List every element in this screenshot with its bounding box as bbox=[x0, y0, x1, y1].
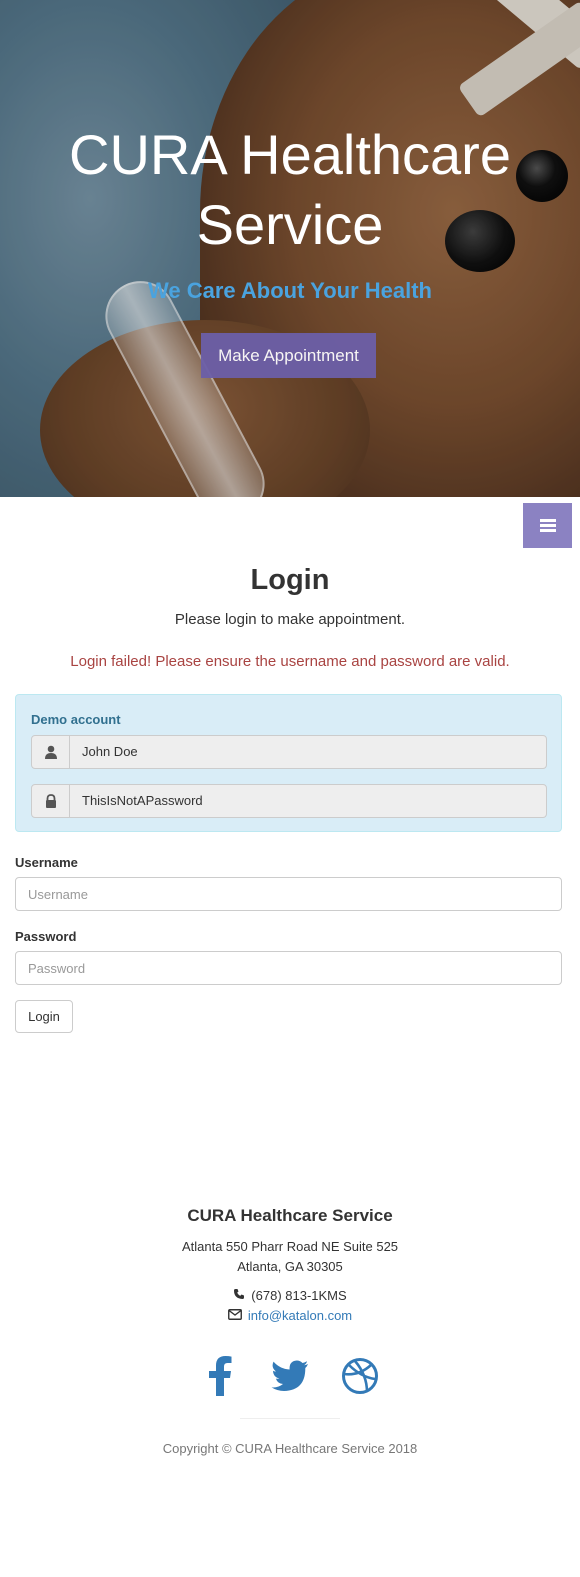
copyright: Copyright © CURA Healthcare Service 2018 bbox=[162, 1441, 418, 1456]
make-appointment-button[interactable]: Make Appointment bbox=[201, 333, 376, 378]
login-error-message: Login failed! Please ensure the username… bbox=[70, 653, 510, 670]
twitter-icon[interactable] bbox=[270, 1354, 310, 1398]
hero-title: CURA Healthcare Service bbox=[69, 123, 511, 256]
demo-account-panel: Demo account John Doe ThisIsNotAPassword bbox=[15, 694, 562, 832]
facebook-icon[interactable] bbox=[200, 1354, 240, 1398]
phone-icon bbox=[233, 1288, 245, 1303]
footer-divider bbox=[240, 1418, 340, 1419]
bars-icon bbox=[539, 519, 556, 532]
footer-address-line2: Atlanta, GA 30305 bbox=[237, 1259, 343, 1274]
footer-address-line1: Atlanta 550 Pharr Road NE Suite 525 bbox=[181, 1239, 399, 1254]
demo-username: John Doe bbox=[31, 735, 547, 769]
footer-email-link[interactable]: info@katalon.com bbox=[248, 1308, 352, 1323]
demo-account-title: Demo account bbox=[31, 712, 121, 727]
demo-username-value: John Doe bbox=[82, 744, 138, 759]
password-input[interactable] bbox=[15, 951, 562, 985]
footer-email: info@katalon.com bbox=[0, 1308, 580, 1323]
footer-phone: (678) 813-1KMS bbox=[0, 1288, 580, 1303]
social-links bbox=[0, 1354, 580, 1398]
hero-section: CURA Healthcare Service We Care About Yo… bbox=[0, 0, 580, 497]
username-input[interactable] bbox=[15, 877, 562, 911]
login-button[interactable]: Login bbox=[15, 1000, 73, 1033]
username-label: Username bbox=[15, 855, 78, 870]
password-label: Password bbox=[15, 929, 77, 944]
dribbble-icon[interactable] bbox=[340, 1354, 380, 1398]
demo-password-value: ThisIsNotAPassword bbox=[82, 793, 203, 808]
footer-phone-text: (678) 813-1KMS bbox=[251, 1288, 347, 1303]
footer-title: CURA Healthcare Service bbox=[187, 1206, 393, 1225]
demo-password: ThisIsNotAPassword bbox=[31, 784, 547, 818]
hero-subtitle: We Care About Your Health bbox=[147, 278, 432, 303]
user-icon bbox=[32, 736, 70, 768]
menu-toggle-button[interactable] bbox=[523, 503, 572, 548]
lock-icon bbox=[32, 785, 70, 817]
envelope-icon bbox=[227, 1308, 242, 1323]
login-title: Login bbox=[250, 564, 330, 596]
login-lead: Please login to make appointment. bbox=[174, 611, 406, 628]
